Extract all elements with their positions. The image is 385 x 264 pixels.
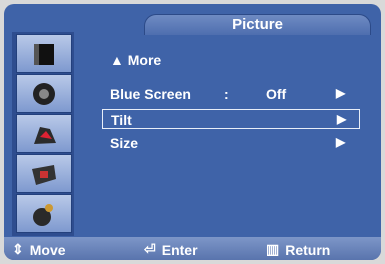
menu-item-label: Blue Screen: [110, 86, 191, 102]
sidebar-item-setup[interactable]: [16, 154, 72, 193]
category-sidebar: [12, 32, 74, 236]
sidebar-item-input[interactable]: [16, 34, 72, 73]
move-hint: ⇕ Move: [12, 241, 66, 258]
more-label[interactable]: ▲ More: [110, 52, 161, 68]
move-label: Move: [29, 241, 66, 258]
menu-item-blue-screen[interactable]: Blue Screen : Off ▶: [102, 84, 360, 104]
title-bar: Picture: [4, 4, 381, 35]
return-hint: ▥ Return: [266, 241, 330, 258]
sound-icon: [33, 82, 55, 105]
picture-osd-window: Picture ▲ More Blue Screen: Off ▶ Tilt …: [4, 4, 381, 260]
right-arrow-icon: ▶: [337, 112, 347, 126]
menu-title: Picture: [144, 14, 371, 35]
enter-label: Enter: [161, 241, 198, 258]
footer-help-bar: ⇕ Move ⏎ Enter ▥ Return: [4, 237, 381, 260]
menu-item-value: Off: [266, 86, 287, 102]
sidebar-item-channel[interactable]: [16, 114, 72, 153]
function-icon: [33, 203, 53, 226]
menu-item-label: Size: [110, 135, 139, 151]
menu-item-tilt[interactable]: Tilt ▶: [102, 109, 360, 129]
setup-icon: [32, 164, 56, 185]
up-down-arrow-icon: ⇕: [12, 241, 24, 257]
sidebar-item-function[interactable]: [16, 194, 72, 233]
enter-hint: ⏎ Enter: [144, 241, 198, 258]
separator: :: [224, 86, 229, 102]
menu-panel: ▲ More Blue Screen : Off ▶ Tilt ▶ Size ▶: [80, 34, 366, 236]
return-label: Return: [285, 241, 331, 258]
sidebar-item-sound[interactable]: [16, 74, 72, 113]
right-arrow-icon: ▶: [336, 135, 346, 149]
menu-item-size[interactable]: Size ▶: [102, 133, 360, 153]
input-icon: [34, 43, 54, 65]
channel-icon: [34, 126, 56, 144]
right-arrow-icon: ▶: [336, 86, 346, 100]
enter-icon: ⏎: [144, 241, 156, 257]
menu-item-label: Tilt: [111, 112, 132, 128]
return-icon: ▥: [266, 241, 280, 257]
